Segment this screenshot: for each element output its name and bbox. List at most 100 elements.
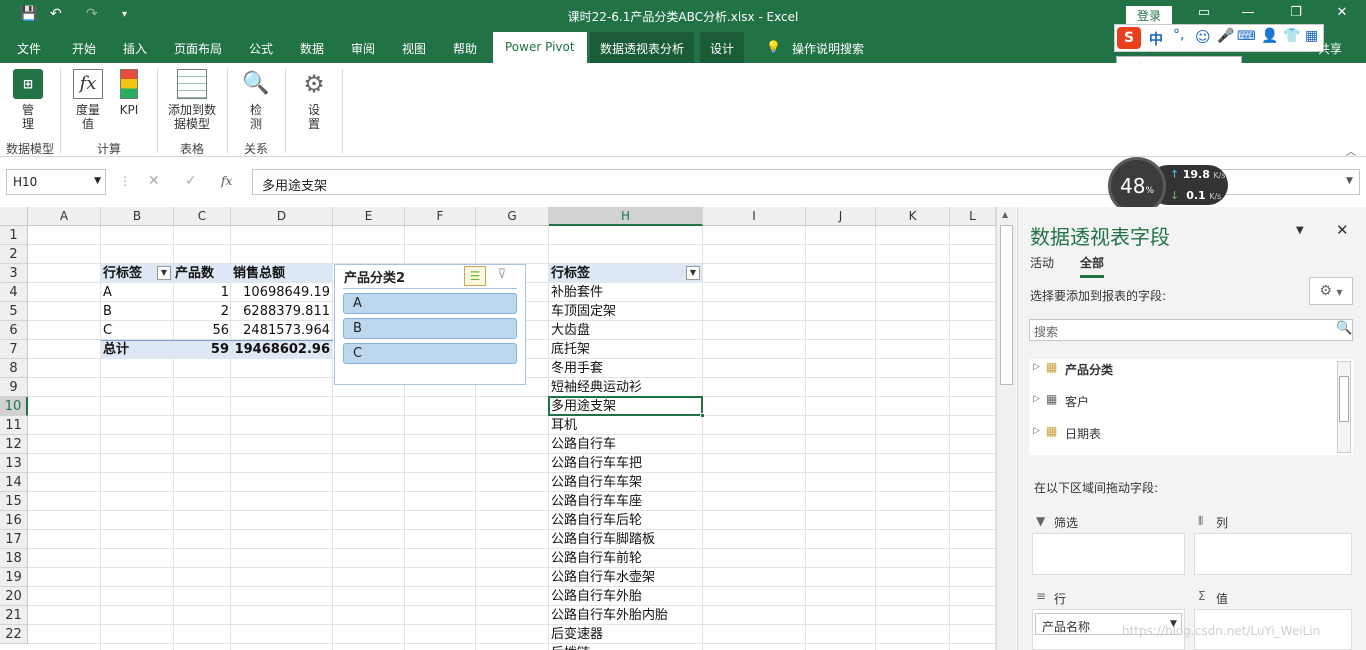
column-header[interactable]: L [950, 207, 996, 226]
row-header[interactable]: 2 [0, 245, 28, 264]
row-header[interactable]: 8 [0, 359, 28, 378]
skin-icon[interactable]: 👕 [1283, 28, 1300, 44]
pivot2-row-item[interactable]: 底托架 [551, 340, 590, 359]
columns-drop-area[interactable] [1194, 533, 1352, 575]
column-header[interactable]: G [476, 207, 549, 226]
pivot2-row-item[interactable]: 公路自行车外胎内胎 [551, 606, 668, 625]
tab-pivot-analyze[interactable]: 数据透视表分析 [590, 32, 695, 63]
pivot2-row-item[interactable]: 短袖经典运动衫 [551, 378, 642, 397]
row-header[interactable]: 19 [0, 568, 28, 587]
slicer-item-c[interactable]: C [343, 343, 517, 364]
keyboard-icon[interactable]: ⌨ [1237, 29, 1256, 44]
vertical-scrollbar[interactable]: ▲ [996, 207, 1016, 650]
field-list[interactable]: ▷ ▦ 产品分类 ▷ ▦ 客户 ▷ ▦ 日期表 [1029, 359, 1353, 455]
column-header[interactable]: J [806, 207, 876, 226]
tab-home[interactable]: 开始 [72, 40, 96, 57]
settings-button[interactable]: ⚙ 设置 [294, 69, 334, 131]
row-header[interactable]: 12 [0, 435, 28, 454]
field-date-table[interactable]: 日期表 [1065, 425, 1101, 442]
column-header[interactable]: C [174, 207, 231, 226]
row-header[interactable]: 4 [0, 283, 28, 302]
row-header[interactable]: 1 [0, 226, 28, 245]
spreadsheet-grid[interactable]: ABCDEFGHIJKL 1 2 3 4 5 6 7 8 9 10 11 12 13 14 15 16 17 18… [0, 207, 996, 650]
field-list-scrollbar[interactable] [1337, 361, 1351, 453]
clear-filter-icon[interactable]: ⊽ [497, 267, 507, 282]
select-all-corner[interactable] [0, 207, 28, 226]
pivot2-row-item[interactable]: 公路自行车前轮 [551, 549, 642, 568]
row-header[interactable]: 9 [0, 378, 28, 397]
pivot1-cell[interactable]: 10698649.19 [233, 283, 330, 302]
pivot2-row-item[interactable]: 车顶固定架 [551, 302, 616, 321]
column-header[interactable]: B [101, 207, 174, 226]
tab-page-layout[interactable]: 页面布局 [174, 40, 222, 57]
pivot1-grand-count[interactable]: 59 [175, 340, 229, 359]
pivot1-cell[interactable]: 2 [175, 302, 229, 321]
manage-button[interactable]: ⊞ 管理 [8, 69, 48, 131]
pivot2-row-item[interactable]: 冬用手套 [551, 359, 603, 378]
pivot2-row-item[interactable]: 公路自行车 [551, 435, 616, 454]
expand-icon[interactable]: ▷ [1033, 394, 1040, 404]
punctuation-icon[interactable]: °, [1173, 27, 1184, 43]
collapse-ribbon-icon[interactable]: ︿ [1346, 143, 1356, 158]
restore-icon[interactable]: ❐ [1284, 5, 1308, 20]
row-header[interactable]: 20 [0, 587, 28, 606]
expand-formula-icon[interactable]: ▼ [1346, 176, 1353, 186]
expand-icon[interactable]: ▷ [1033, 362, 1040, 372]
row-header[interactable]: 7 [0, 340, 28, 359]
tab-active[interactable]: 活动 [1030, 254, 1054, 271]
pivot2-row-item[interactable]: 公路自行车车把 [551, 454, 642, 473]
tab-file[interactable]: 文件 [17, 40, 41, 57]
row-header[interactable]: 3 [0, 264, 28, 283]
row-header[interactable]: 5 [0, 302, 28, 321]
pivot1-cell[interactable]: B [103, 302, 112, 321]
row-header[interactable]: 21 [0, 606, 28, 625]
toolbox-icon[interactable]: ▦ [1305, 28, 1318, 44]
name-box[interactable]: H10 ▼ [6, 169, 106, 195]
pivot2-row-item[interactable]: 公路自行车后轮 [551, 511, 642, 530]
ribbon-display-icon[interactable]: ▭ [1192, 5, 1216, 20]
pivot2-row-item[interactable]: 公路自行车车架 [551, 473, 642, 492]
pivot2-row-item[interactable]: 后变速器 [551, 625, 603, 644]
ime-lang[interactable]: 中 [1149, 29, 1163, 49]
expand-icon[interactable]: ▷ [1033, 426, 1040, 436]
row-header[interactable]: 17 [0, 530, 28, 549]
row-header[interactable]: 6 [0, 321, 28, 340]
slicer-item-a[interactable]: A [343, 293, 517, 314]
field-product-category[interactable]: 产品分类 [1065, 361, 1113, 378]
row-header[interactable]: 22 [0, 625, 28, 644]
row-header[interactable]: 16 [0, 511, 28, 530]
multi-select-icon[interactable]: ☰ [464, 266, 486, 286]
insert-function-icon[interactable]: fx [221, 174, 232, 188]
pivot1-grand-total[interactable]: 19468602.96 [233, 340, 330, 359]
pivot2-row-item[interactable]: 公路自行车水壶架 [551, 568, 655, 587]
tab-power-pivot[interactable]: Power Pivot [493, 32, 587, 63]
tab-all[interactable]: 全部 [1080, 254, 1105, 278]
slicer-item-b[interactable]: B [343, 318, 517, 339]
column-header[interactable]: E [333, 207, 405, 226]
row-header[interactable]: 11 [0, 416, 28, 435]
cancel-icon[interactable]: ✕ [148, 173, 160, 189]
pivot2-row-item[interactable]: 补胎套件 [551, 283, 603, 302]
filter-dropdown-icon[interactable]: ▼ [686, 266, 700, 280]
pivot1-cell[interactable]: 1 [175, 283, 229, 302]
row-header[interactable]: 10 [0, 397, 28, 416]
pivot1-cell[interactable]: C [103, 321, 112, 340]
scroll-up-icon[interactable]: ▲ [1002, 210, 1008, 219]
row-header[interactable]: 14 [0, 473, 28, 492]
tab-help[interactable]: 帮助 [453, 40, 477, 57]
measure-button[interactable]: fx 度量值 [68, 69, 108, 131]
gear-icon[interactable]: ⚙ ▼ [1309, 277, 1353, 305]
pivot1-cell[interactable]: 2481573.964 [233, 321, 330, 340]
column-header[interactable]: D [231, 207, 333, 226]
field-customer[interactable]: 客户 [1065, 393, 1089, 410]
pane-options-icon[interactable]: ▼ [1296, 225, 1304, 236]
close-pane-icon[interactable]: ✕ [1336, 221, 1349, 239]
field-search-input[interactable]: 搜索 🔍 [1029, 319, 1353, 341]
tab-design[interactable]: 设计 [700, 32, 745, 63]
filter-dropdown-icon[interactable]: ▼ [157, 266, 171, 280]
filter-drop-area[interactable] [1032, 533, 1185, 575]
tab-view[interactable]: 视图 [402, 40, 426, 57]
tab-review[interactable]: 审阅 [351, 40, 375, 57]
tell-me-search[interactable]: 操作说明搜索 [792, 40, 864, 57]
tab-formulas[interactable]: 公式 [249, 40, 273, 57]
